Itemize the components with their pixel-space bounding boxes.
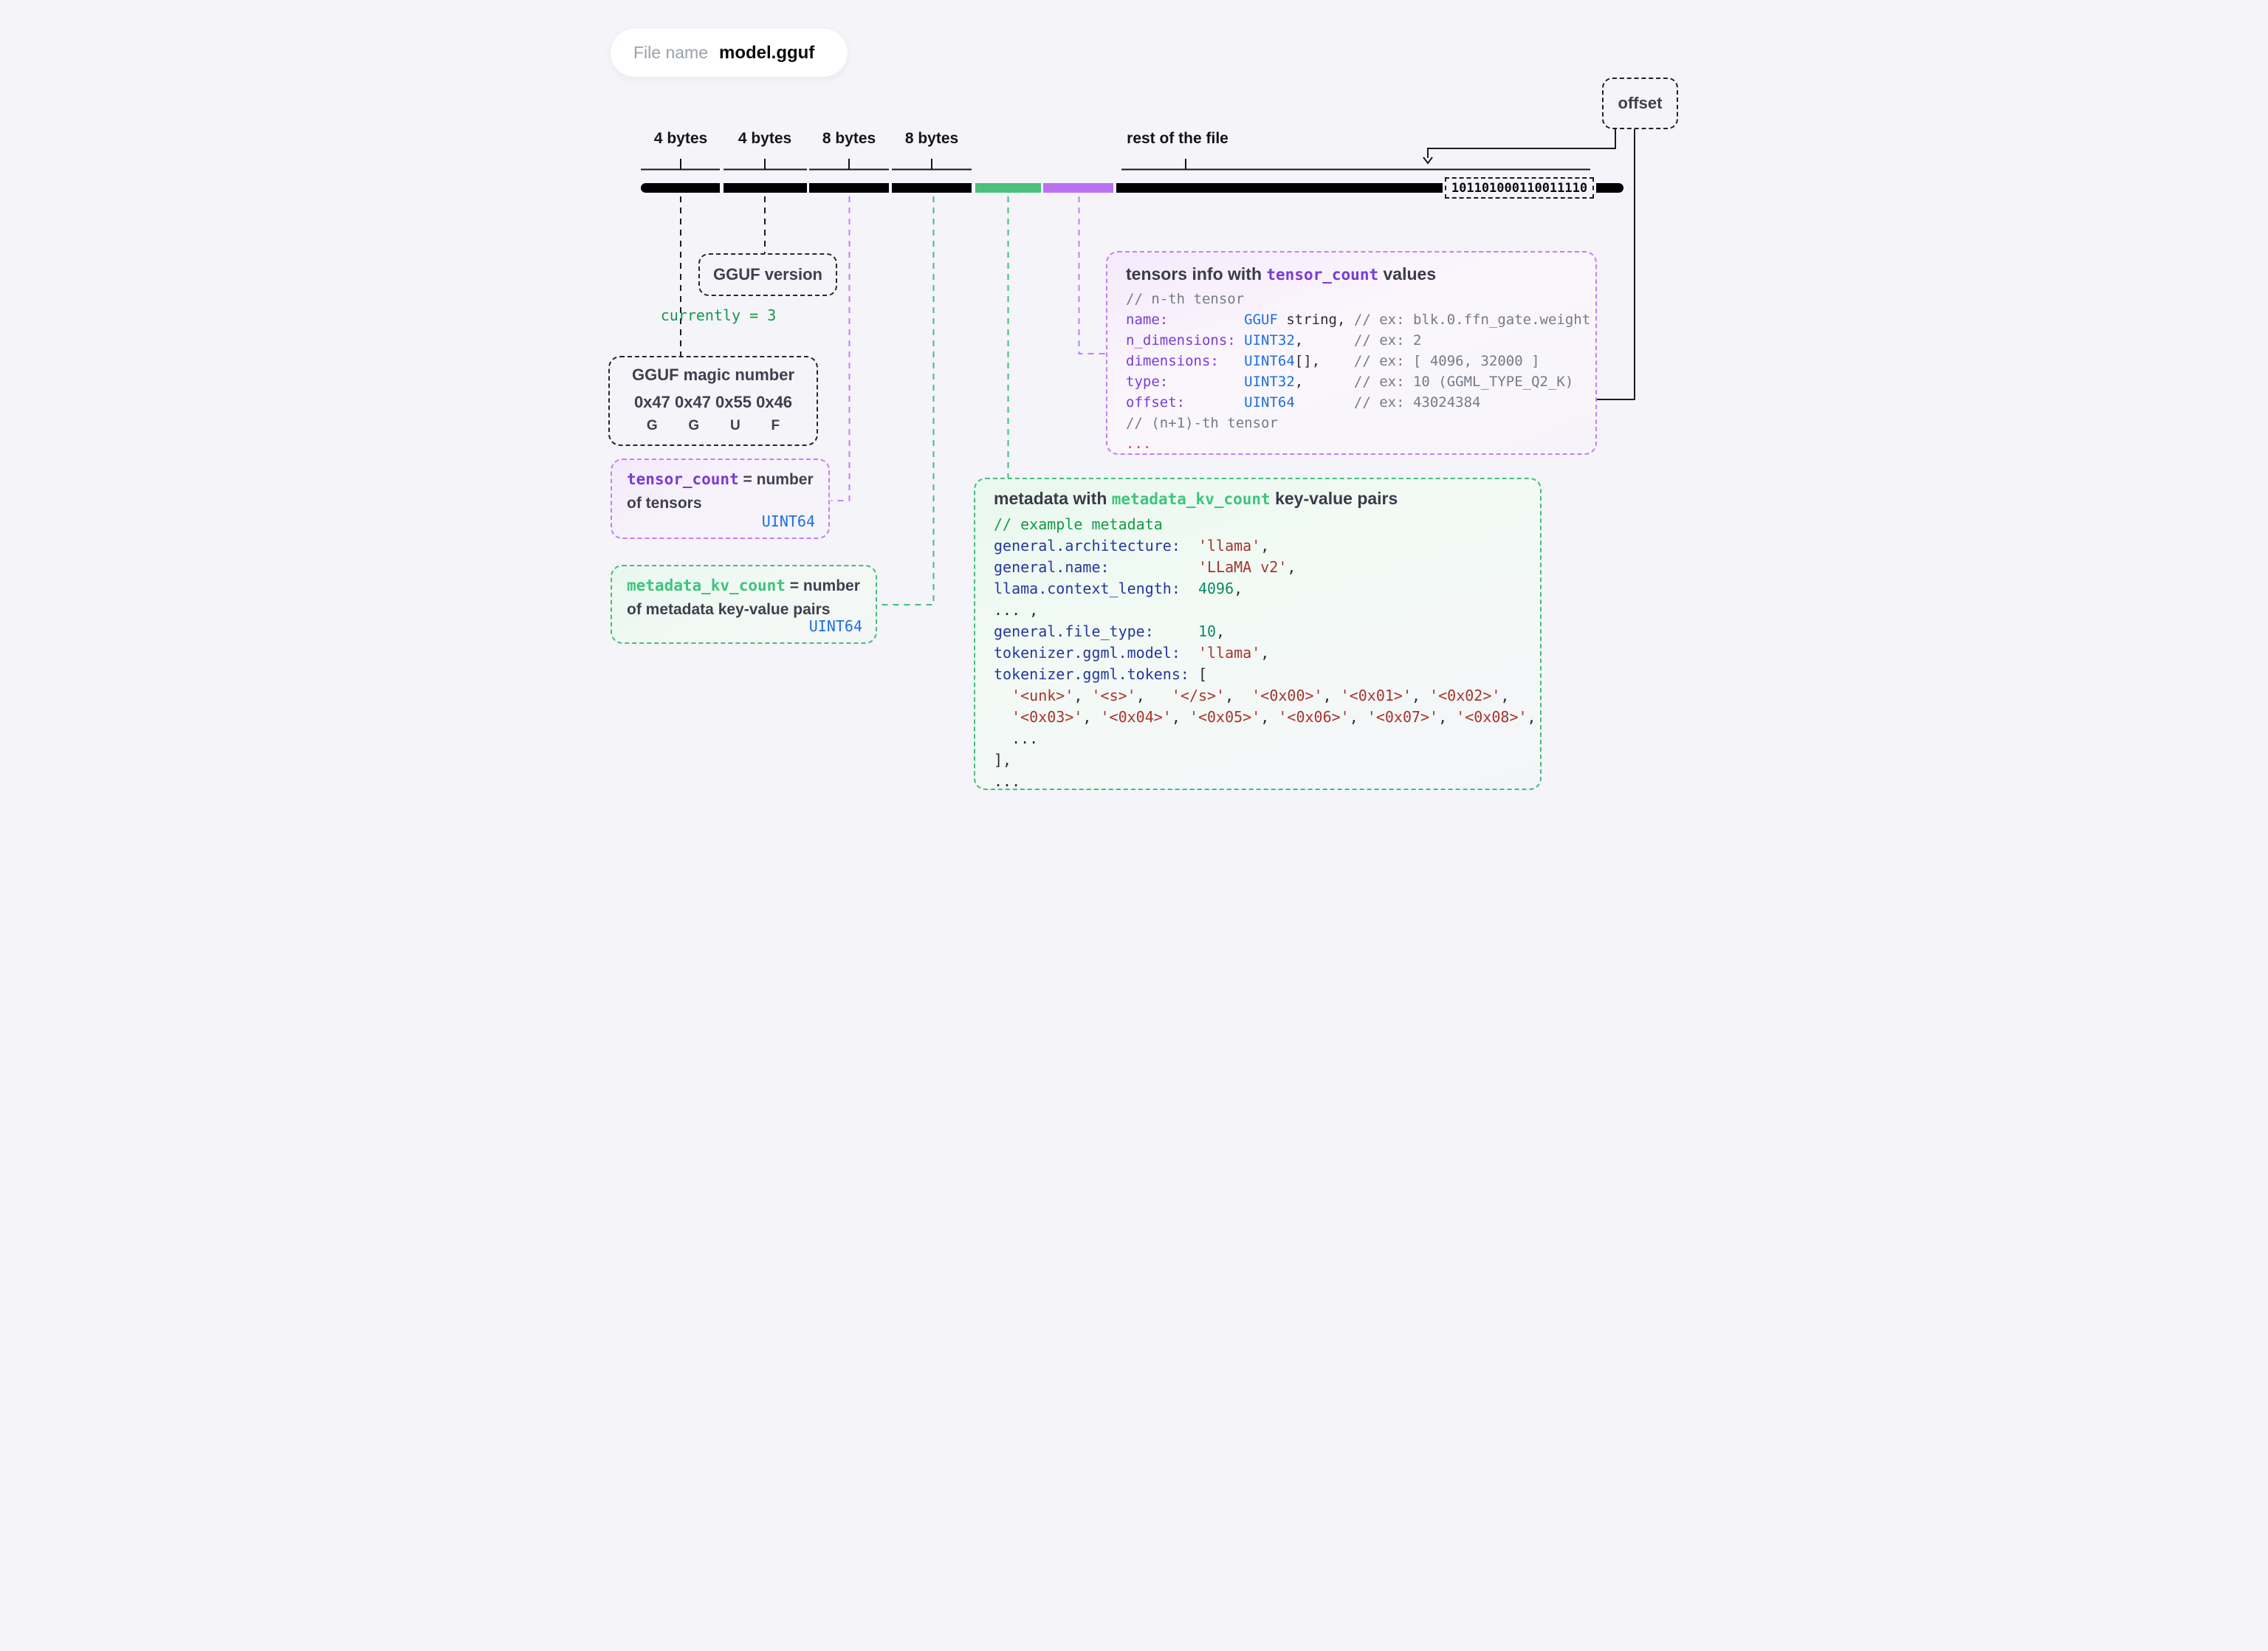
- metadata-kv-count-box: metadata_kv_count = number of metadata k…: [611, 565, 877, 644]
- code-line: // example metadata: [994, 515, 1163, 533]
- bar-segment-rest: [1116, 183, 1443, 193]
- magic-letter: G: [646, 418, 658, 433]
- metadata-kv-count-type: UINT64: [808, 617, 862, 635]
- bar-segment-end-cap: [1596, 183, 1623, 193]
- tensor-count-code: tensor_count: [627, 470, 739, 488]
- rest-of-file-label: rest of the file: [1127, 130, 1228, 147]
- bar-segment-metadata: [975, 183, 1041, 193]
- tensor-count-connector: [831, 196, 850, 501]
- code-line: n_dimensions: UINT32, // ex: 2: [1126, 332, 1422, 349]
- code-line: general.file_type: 10,: [994, 622, 1226, 640]
- bar-segment-metadata-kv-count: [892, 183, 972, 193]
- code-line: tokenizer.ggml.model: 'llama',: [994, 644, 1270, 662]
- metadata-title-post: key-value pairs: [1270, 489, 1398, 508]
- tensors-info-code: // n-th tensor name: GGUF string, // ex: …: [1126, 289, 1595, 454]
- code-line: // (n+1)-th tensor: [1126, 415, 1278, 431]
- file-name-label: File name: [633, 43, 708, 62]
- offset-badge: offset: [1602, 78, 1678, 129]
- file-name-pill: File name model.gguf: [611, 29, 848, 77]
- code-line: ...: [1126, 436, 1152, 452]
- tensors-info-box: tensors info with tensor_count values //…: [1106, 251, 1597, 455]
- tensor-count-line1: tensor_count = number: [627, 470, 815, 489]
- code-line: name: GGUF string, // ex: blk.0.ffn_gate…: [1126, 312, 1591, 328]
- code-line: ...: [994, 730, 1039, 747]
- tensor-count-type: UINT64: [761, 512, 815, 530]
- metadata-kv-count-connector: [879, 196, 935, 605]
- metadata-kv-count-eq: = number: [785, 577, 860, 594]
- metadata-kv-count-line2: of metadata key-value pairs: [627, 601, 831, 618]
- tensors-info-title: tensors info with tensor_count values: [1126, 264, 1595, 284]
- magic-letters: G G U F: [631, 418, 795, 434]
- offset-binary-box: 101101000110011110: [1445, 177, 1594, 199]
- code-line: '<unk>', '<s>', '</s>', '<0x00>', '<0x01…: [1011, 687, 1510, 704]
- byte-label-tensor-count: 8 bytes: [822, 130, 876, 147]
- tensors-title-pre: tensors info with: [1126, 264, 1267, 284]
- gguf-version-box: GGUF version: [698, 253, 837, 296]
- byte-extent-brackets: [641, 159, 1590, 171]
- code-line: tokenizer.ggml.tokens: [: [994, 665, 1207, 683]
- tensor-count-box: tensor_count = number of tensors UINT64: [611, 459, 830, 539]
- tensors-info-connector: [1078, 196, 1105, 354]
- metadata-kv-count-code: metadata_kv_count: [627, 577, 786, 594]
- magic-letter: G: [688, 418, 700, 433]
- tensor-count-line2: of tensors: [627, 495, 702, 512]
- tensors-title-post: values: [1378, 264, 1437, 284]
- magic-letter: F: [771, 418, 780, 433]
- code-line: general.name: 'LLaMA v2',: [994, 558, 1296, 576]
- gguf-version-note: currently = 3: [660, 306, 777, 324]
- code-line: ...: [994, 772, 1021, 790]
- tensor-count-eq: = number: [738, 471, 814, 488]
- bar-segment-tensor-count: [809, 183, 889, 193]
- bar-segment-tensors-info: [1043, 183, 1113, 193]
- metadata-title: metadata with metadata_kv_count key-valu…: [994, 489, 1540, 509]
- metadata-box: metadata with metadata_kv_count key-valu…: [974, 478, 1542, 790]
- magic-letter: U: [729, 418, 740, 433]
- byte-label-metadata-kv-count: 8 bytes: [904, 130, 959, 147]
- code-line: ],: [994, 751, 1012, 769]
- metadata-title-pre: metadata with: [994, 489, 1112, 508]
- gguf-file-format-diagram: File name model.gguf offset 4 bytes 4 by…: [567, 0, 1701, 826]
- metadata-title-code: metadata_kv_count: [1111, 490, 1271, 508]
- magic-title: GGUF magic number: [631, 365, 795, 384]
- offset-to-bar-arrow: [1427, 129, 1616, 158]
- offset-to-bar-arrowhead: [1423, 157, 1433, 165]
- code-line: offset: UINT64 // ex: 43024384: [1126, 394, 1481, 411]
- code-line: general.architecture: 'llama',: [994, 537, 1270, 555]
- metadata-code: // example metadata general.architecture:…: [994, 514, 1540, 792]
- file-name-value: model.gguf: [718, 42, 815, 63]
- code-line: ... ,: [994, 601, 1039, 619]
- code-line: // n-th tensor: [1126, 291, 1245, 307]
- code-line: dimensions: UINT64[], // ex: [ 4096, 320…: [1126, 353, 1540, 369]
- bar-segment-version: [724, 183, 807, 193]
- code-line: '<0x03>', '<0x04>', '<0x05>', '<0x06>', …: [1011, 708, 1536, 726]
- code-line: llama.context_length: 4096,: [994, 580, 1243, 597]
- gguf-magic-number-box: GGUF magic number 0x47 0x47 0x55 0x46 G …: [608, 356, 818, 446]
- bar-segment-magic: [641, 183, 720, 193]
- byte-label-magic: 4 bytes: [653, 130, 708, 147]
- code-line: type: UINT32, // ex: 10 (GGML_TYPE_Q2_K): [1126, 374, 1574, 390]
- tensors-title-code: tensor_count: [1266, 266, 1379, 284]
- metadata-kv-count-line1: metadata_kv_count = number: [627, 577, 862, 595]
- byte-label-version: 4 bytes: [738, 130, 792, 147]
- magic-hex: 0x47 0x47 0x55 0x46: [633, 393, 793, 411]
